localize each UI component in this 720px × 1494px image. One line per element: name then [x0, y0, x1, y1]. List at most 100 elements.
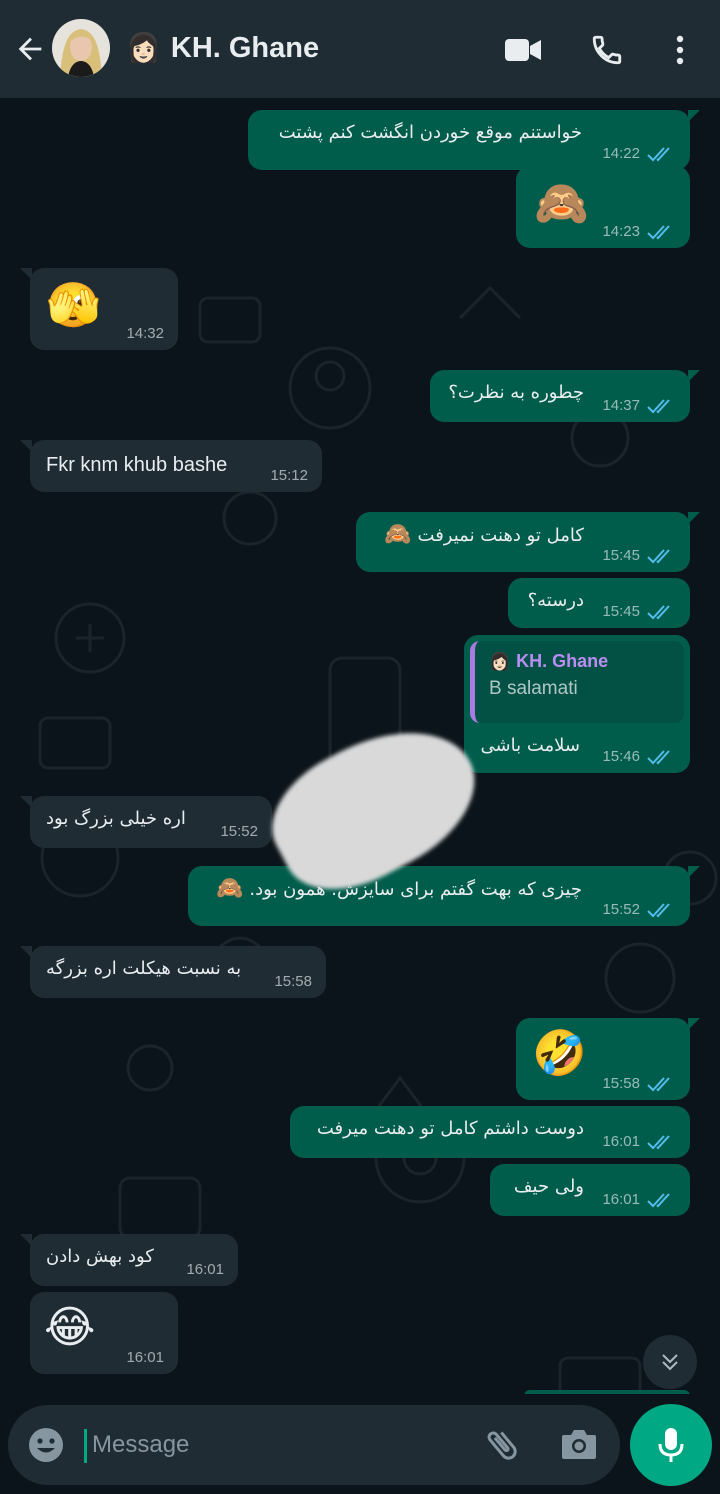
- message-time: 15:52: [602, 901, 640, 918]
- message-emoji: 🙈: [384, 522, 412, 547]
- message-content: 🙈 چیزی که بهت گفتم برای سایزش. همون بود.: [216, 878, 582, 900]
- message-text: به نسبت هیکلت اره بزرگه: [46, 958, 242, 979]
- message-meta: 15:58: [274, 973, 312, 990]
- message-time: 16:01: [602, 1133, 640, 1150]
- message-emoji: 🫣: [46, 280, 101, 331]
- read-ticks-icon: [647, 1192, 670, 1207]
- contact-avatar[interactable]: [52, 19, 110, 77]
- contact-emoji: 👩🏻: [126, 31, 161, 64]
- message-bubble-incoming[interactable]: به نسبت هیکلت اره بزرگه 15:58: [20, 946, 326, 998]
- message-bubble-outgoing[interactable]: خواستنم موقع خوردن انگشت کنم پشتت 14:22: [248, 110, 700, 170]
- message-time: 15:58: [274, 973, 312, 990]
- message-meta: 15:45: [602, 603, 676, 620]
- message-time: 16:01: [126, 1349, 164, 1366]
- emoji-icon[interactable]: [26, 1425, 66, 1469]
- message-emoji: 🤣: [532, 1028, 587, 1079]
- message-time: 14:23: [602, 223, 640, 240]
- message-meta: 14:37: [602, 397, 676, 414]
- message-time: 14:22: [602, 145, 640, 162]
- read-ticks-icon: [647, 224, 670, 239]
- message-time: 16:01: [602, 1191, 640, 1208]
- message-text: چطوره به نظرت؟: [448, 382, 584, 403]
- message-time: 15:45: [602, 547, 640, 564]
- chat-header: 👩🏻 KH. Ghane: [0, 0, 720, 98]
- attach-icon[interactable]: [482, 1425, 522, 1469]
- reply-sender-name: KH. Ghane: [516, 651, 609, 671]
- message-bubble-incoming[interactable]: Fkr knm khub bashe 15:12: [20, 440, 322, 492]
- message-text: درسته؟: [527, 590, 584, 611]
- read-ticks-icon: [647, 398, 670, 413]
- read-ticks-icon: [647, 902, 670, 917]
- more-options-icon[interactable]: [662, 28, 698, 72]
- message-time: 15:45: [602, 603, 640, 620]
- message-time: 15:52: [220, 823, 258, 840]
- message-meta: 15:12: [270, 467, 308, 484]
- message-text: خواستنم موقع خوردن انگشت کنم پشتت: [278, 122, 582, 143]
- message-meta: 15:46: [602, 748, 676, 765]
- message-meta: 15:45: [602, 547, 676, 564]
- video-call-icon[interactable]: [500, 30, 546, 70]
- message-bubble-outgoing[interactable]: دوست داشتم کامل تو دهنت میرفت 16:01: [290, 1106, 690, 1158]
- double-chevron-down-icon: [662, 1354, 678, 1371]
- reply-sender: 👩🏻 KH. Ghane: [489, 651, 670, 672]
- message-bubble-outgoing[interactable]: 🙈 چیزی که بهت گفتم برای سایزش. همون بود.…: [188, 866, 700, 926]
- read-ticks-icon: [647, 749, 670, 764]
- message-meta: 14:32: [126, 325, 164, 342]
- message-bubble-incoming[interactable]: 🫣 14:32: [20, 268, 178, 350]
- message-bubble-incoming[interactable]: کود بهش دادن 16:01: [20, 1234, 238, 1286]
- reply-text: B salamati: [489, 678, 578, 699]
- message-text: دوست داشتم کامل تو دهنت میرفت: [316, 1118, 584, 1139]
- message-bubble-outgoing[interactable]: ولی حیف 16:01: [490, 1164, 690, 1216]
- read-ticks-icon: [647, 548, 670, 563]
- message-emoji: 🙈: [215, 876, 244, 901]
- message-bubble-incoming[interactable]: 😂 16:01: [30, 1292, 178, 1374]
- reply-sender-emoji: 👩🏻: [489, 651, 511, 671]
- message-text: ولی حیف: [513, 1176, 584, 1197]
- read-ticks-icon: [647, 1134, 670, 1149]
- message-bubble-incoming[interactable]: اره خیلی بزرگ بود 15:52: [20, 796, 272, 848]
- message-bubble-outgoing[interactable]: درسته؟ 15:45: [508, 578, 690, 628]
- message-meta: 14:22: [602, 145, 676, 162]
- contact-title[interactable]: 👩🏻 KH. Ghane: [126, 28, 319, 68]
- read-ticks-icon: [647, 146, 670, 161]
- message-bubble-outgoing[interactable]: 🙈 کامل تو دهنت نمیرفت 15:45: [356, 512, 700, 572]
- message-meta: 16:01: [186, 1261, 224, 1278]
- message-bubble-outgoing[interactable]: چطوره به نظرت؟ 14:37: [430, 370, 700, 422]
- mic-button[interactable]: [630, 1404, 712, 1486]
- message-text: کامل تو دهنت نمیرفت: [417, 524, 584, 546]
- message-text: Fkr knm khub bashe: [46, 454, 228, 476]
- read-ticks-icon: [647, 604, 670, 619]
- contact-name: KH. Ghane: [170, 31, 320, 64]
- back-arrow-icon[interactable]: [10, 27, 50, 71]
- message-meta: 16:01: [602, 1133, 676, 1150]
- message-bubble-outgoing[interactable]: 🤣 15:58: [516, 1018, 700, 1100]
- message-time: 14:32: [126, 325, 164, 342]
- camera-icon[interactable]: [560, 1427, 598, 1465]
- message-time: 15:12: [270, 467, 308, 484]
- message-bubble-outgoing[interactable]: 🙈 14:23: [516, 166, 690, 248]
- voice-call-icon[interactable]: [584, 28, 630, 72]
- message-time: 16:01: [186, 1261, 224, 1278]
- read-ticks-icon: [647, 1076, 670, 1091]
- message-meta: 16:01: [126, 1349, 164, 1366]
- message-composer[interactable]: [8, 1405, 620, 1485]
- message-emoji: 🙈: [534, 178, 589, 229]
- message-bubble-outgoing-reply[interactable]: 👩🏻 KH. Ghane B salamati سلامت باشی 15:46: [464, 635, 690, 773]
- reply-quote[interactable]: 👩🏻 KH. Ghane B salamati: [470, 641, 684, 723]
- message-meta: 15:52: [602, 901, 676, 918]
- message-text: کود بهش دادن: [46, 1246, 154, 1267]
- message-text: اره خیلی بزرگ بود: [46, 808, 186, 829]
- message-text: سلامت باشی: [480, 735, 580, 756]
- scroll-to-bottom-button[interactable]: [643, 1335, 697, 1389]
- message-time: 15:58: [602, 1075, 640, 1092]
- message-time: 14:37: [602, 397, 640, 414]
- message-meta: 15:52: [220, 823, 258, 840]
- mic-icon: [658, 1428, 684, 1462]
- message-content: 🙈 کامل تو دهنت نمیرفت: [384, 524, 584, 546]
- message-input[interactable]: [84, 1423, 464, 1467]
- message-meta: 14:23: [602, 223, 676, 240]
- message-text: چیزی که بهت گفتم برای سایزش. همون بود.: [249, 878, 582, 900]
- message-bubble-outgoing-partial: [524, 1390, 690, 1394]
- message-time: 15:46: [602, 748, 640, 765]
- message-meta: 15:58: [602, 1075, 676, 1092]
